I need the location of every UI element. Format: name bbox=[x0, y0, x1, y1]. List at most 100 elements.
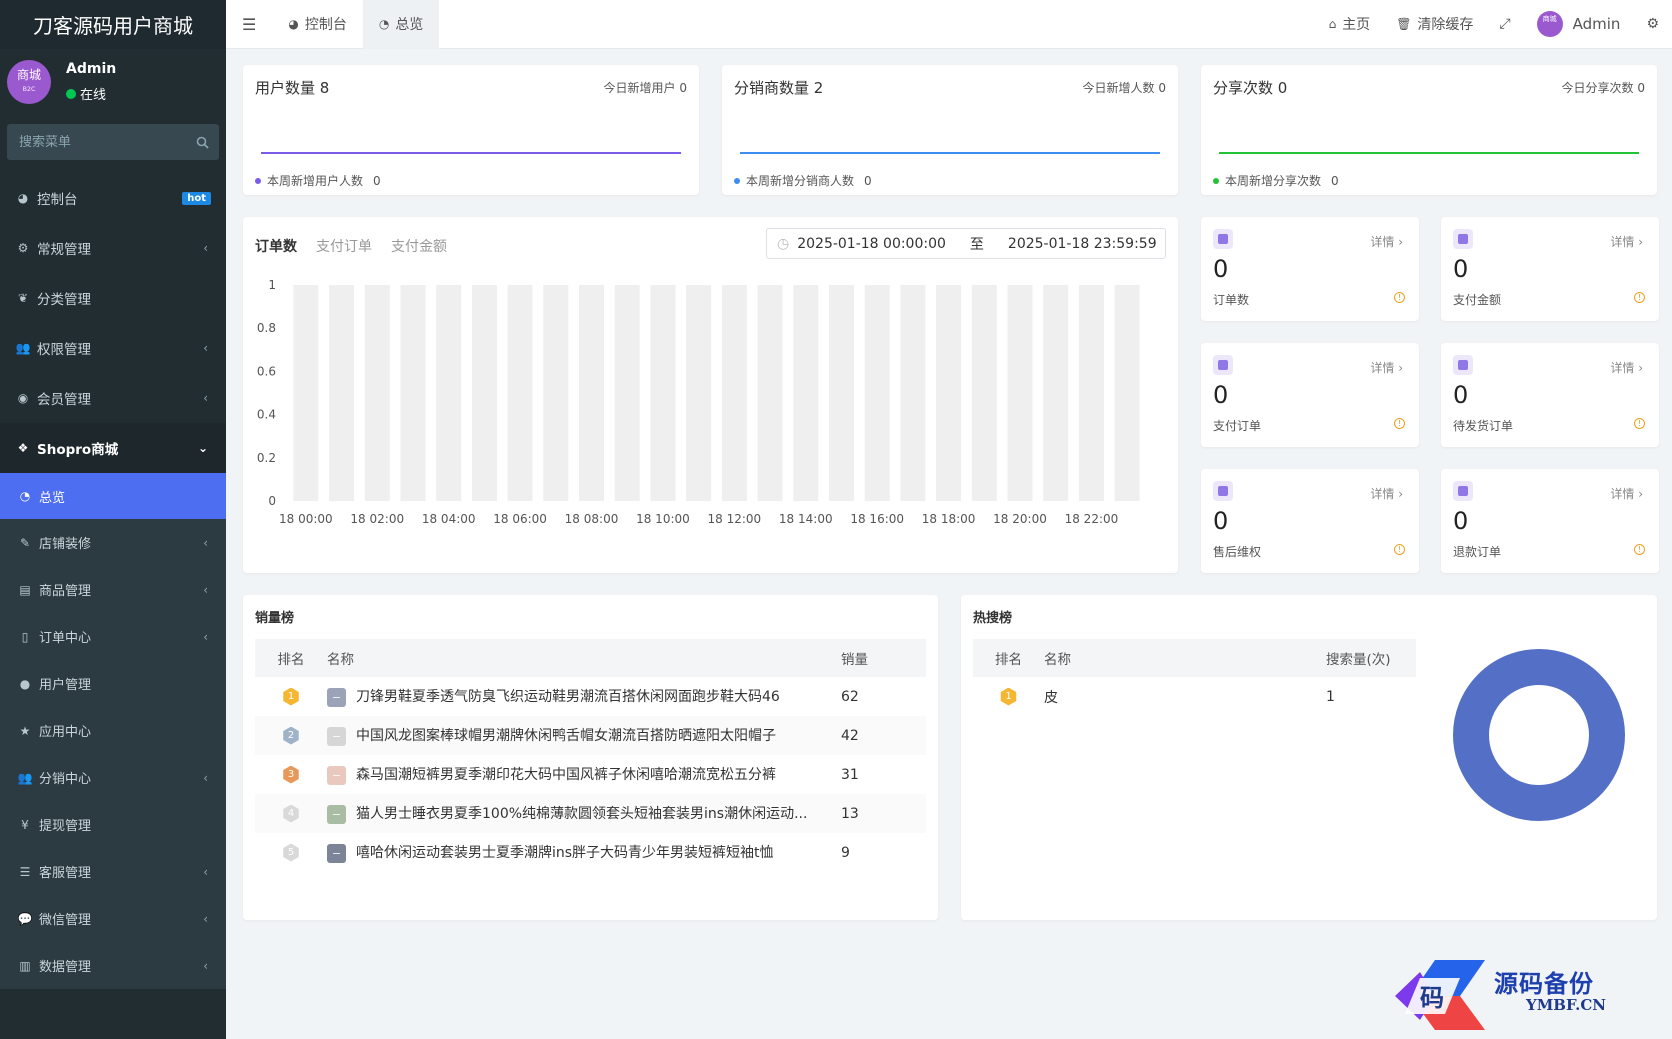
bar-background bbox=[1078, 285, 1104, 501]
home-button[interactable]: ⌂ 主页 bbox=[1316, 0, 1384, 49]
order-bar-chart: 0 0.2 0.4 0.6 0.8 1 18 00:00 18 02:00 18 04:00 18… bbox=[257, 278, 1140, 526]
sidebar-item-category[interactable]: ❦ 分类管理 bbox=[0, 273, 226, 323]
table-row[interactable]: 1 刀锋男鞋夏季透气防臭飞织运动鞋男潮流百搭休闲网面跑步鞋大码46 62 bbox=[255, 677, 926, 716]
rank-cell: 5 bbox=[255, 833, 327, 872]
x-tick-label: 18 20:00 bbox=[993, 512, 1047, 526]
bar-background bbox=[579, 285, 605, 501]
chevron-right-icon: › bbox=[1398, 361, 1403, 375]
sidebar-item-auth[interactable]: 👥 权限管理 ‹ bbox=[0, 323, 226, 373]
date-range-picker[interactable]: ◷ 2025-01-18 00:00:00 至 2025-01-18 23:59… bbox=[766, 228, 1166, 259]
sales-cell: 13 bbox=[841, 794, 926, 833]
date-end[interactable]: 2025-01-18 23:59:59 bbox=[1008, 236, 1157, 252]
stat-today: 今日分享次数 0 bbox=[1561, 81, 1645, 95]
y-tick-label: 0 bbox=[268, 494, 276, 508]
table-header-row: 排名 名称 销量 bbox=[255, 639, 926, 677]
tab-paid-amount[interactable]: 支付金额 bbox=[391, 236, 447, 256]
detail-link[interactable]: 详情 › bbox=[1370, 359, 1403, 376]
admin-menu[interactable]: 商城 Admin bbox=[1524, 0, 1634, 49]
chevron-left-icon: ‹ bbox=[203, 391, 208, 405]
detail-link[interactable]: 详情 › bbox=[1370, 233, 1403, 250]
metric-label: 支付订单 bbox=[1213, 419, 1262, 433]
bar-background bbox=[364, 285, 390, 501]
info-icon[interactable]: ! bbox=[1634, 418, 1645, 429]
fullscreen-button[interactable]: ⤢ bbox=[1486, 0, 1523, 49]
menu-toggle-button[interactable]: ☰ bbox=[226, 0, 272, 49]
metric-value: 0 bbox=[1213, 255, 1229, 283]
refund-icon bbox=[1453, 481, 1473, 501]
info-icon[interactable]: ! bbox=[1394, 292, 1405, 303]
gear-icon: ⚙ bbox=[1646, 16, 1659, 32]
table-header-row: 排名 名称 搜索量(次) bbox=[973, 639, 1416, 677]
header-right: ⌂ 主页 🗑 清除缓存 ⤢ 商城 Admin ⚙ bbox=[1316, 0, 1672, 49]
info-icon[interactable]: ! bbox=[1634, 544, 1645, 555]
info-icon[interactable]: ! bbox=[1394, 418, 1405, 429]
x-tick-label: 18 08:00 bbox=[565, 512, 619, 526]
bar-background bbox=[1114, 285, 1140, 501]
sidebar-item-dashboard[interactable]: ◕ 控制台 hot bbox=[0, 173, 226, 223]
col-rank: 排名 bbox=[973, 639, 1044, 677]
settings-button[interactable]: ⚙ bbox=[1633, 0, 1672, 49]
sidebar-item-goods[interactable]: ▤ 商品管理 ‹ bbox=[0, 566, 226, 613]
y-tick-label: 0.2 bbox=[257, 451, 276, 465]
info-icon[interactable]: ! bbox=[1394, 544, 1405, 555]
user-status: 在线 bbox=[66, 84, 106, 103]
legend-dot-icon bbox=[255, 177, 261, 184]
table-row[interactable]: 3 森马国潮短裤男夏季潮印花大码中国风裤子休闲嘻哈潮流宽松五分裤 31 bbox=[255, 755, 926, 794]
sidebar-item-service[interactable]: ☰ 客服管理 ‹ bbox=[0, 848, 226, 895]
yen-icon: ¥ bbox=[21, 817, 29, 832]
dashboard-icon: ◕ bbox=[288, 17, 299, 31]
search-icon[interactable] bbox=[196, 136, 209, 149]
date-separator: 至 bbox=[969, 236, 984, 253]
header-avatar: 商城 bbox=[1536, 11, 1563, 37]
table-row[interactable]: 2 中国风龙图案棒球帽男潮牌休闲鸭舌帽女潮流百搭防晒遮阳太阳帽子 42 bbox=[255, 716, 926, 755]
legend-dot-icon bbox=[1213, 177, 1219, 184]
sidebar-item-wechat[interactable]: 💬 微信管理 ‹ bbox=[0, 895, 226, 942]
detail-link[interactable]: 详情 › bbox=[1610, 485, 1643, 502]
dropbox-icon: ❖ bbox=[17, 441, 29, 455]
rank-medal-icon: 5 bbox=[283, 843, 299, 862]
stat-week: 本周新增分销商人数 0 bbox=[734, 172, 872, 189]
sidebar-item-distribution[interactable]: 👥 分销中心 ‹ bbox=[0, 754, 226, 801]
detail-link[interactable]: 详情 › bbox=[1610, 233, 1643, 250]
sidebar-item-data[interactable]: ▥ 数据管理 ‹ bbox=[0, 942, 226, 989]
hot-search-donut bbox=[1453, 649, 1625, 821]
sidebar-item-shopro[interactable]: ❖ Shopro商城 ⌄ bbox=[0, 423, 226, 473]
pie-chart-icon: ◔ bbox=[378, 17, 390, 31]
tab-overview[interactable]: ◔ 总览 bbox=[362, 0, 440, 49]
leaf-icon: ❦ bbox=[17, 291, 29, 305]
sidebar-item-member[interactable]: ◉ 会员管理 ‹ bbox=[0, 373, 226, 423]
paid-order-icon bbox=[1213, 355, 1233, 375]
brand-title[interactable]: 刀客源码用户商城 bbox=[0, 0, 226, 49]
sidebar-item-withdraw[interactable]: ¥ 提现管理 bbox=[0, 801, 226, 848]
tab-paid-orders[interactable]: 支付订单 bbox=[316, 236, 372, 256]
detail-link[interactable]: 详情 › bbox=[1610, 359, 1643, 376]
rank-medal-icon: 4 bbox=[283, 804, 299, 823]
sidebar-item-decorate[interactable]: ✎ 店铺装修 ‹ bbox=[0, 519, 226, 566]
sidebar-item-general[interactable]: ⚙ 常规管理 ‹ bbox=[0, 223, 226, 273]
sales-cell: 42 bbox=[841, 716, 926, 755]
cogs-icon: ⚙ bbox=[17, 241, 29, 255]
tab-order-count[interactable]: 订单数 bbox=[255, 236, 297, 256]
info-icon[interactable]: ! bbox=[1634, 292, 1645, 303]
brush-icon: ✎ bbox=[19, 535, 31, 550]
count-cell: 1 bbox=[1326, 688, 1335, 705]
clear-cache-button[interactable]: 🗑 清除缓存 bbox=[1383, 0, 1486, 49]
sidebar-item-apps[interactable]: ★ 应用中心 bbox=[0, 707, 226, 754]
table-row[interactable]: 4 猫人男士睡衣男夏季100%纯棉薄款圆领套头短袖套装男ins潮休闲运动... 13 bbox=[255, 794, 926, 833]
stat-sparkline bbox=[261, 152, 681, 154]
avatar[interactable]: 商城 B2C bbox=[7, 60, 51, 104]
sidebar-item-orders[interactable]: ▯ 订单中心 ‹ bbox=[0, 613, 226, 660]
metric-card: 详情 › 0 售后维权! bbox=[1201, 469, 1419, 573]
sidebar-item-users[interactable]: ● 用户管理 bbox=[0, 660, 226, 707]
date-start[interactable]: 2025-01-18 00:00:00 bbox=[797, 236, 946, 252]
tab-dashboard[interactable]: ◕ 控制台 bbox=[272, 0, 362, 49]
sidebar-search-input[interactable] bbox=[19, 134, 169, 150]
table-row[interactable]: 5 嘻哈休闲运动套装男士夏季潮牌ins胖子大码青少年男装短裤短袖t恤 9 bbox=[255, 833, 926, 872]
bar-background bbox=[686, 285, 712, 501]
metric-card: 详情 › 0 退款订单! bbox=[1441, 469, 1659, 573]
detail-link[interactable]: 详情 › bbox=[1370, 485, 1403, 502]
table-row[interactable]: 1 皮 1 bbox=[973, 677, 1416, 716]
rank-medal-icon: 1 bbox=[1000, 687, 1017, 706]
sidebar-item-overview[interactable]: ◔ 总览 bbox=[0, 473, 226, 519]
chevron-right-icon: › bbox=[1398, 235, 1403, 249]
